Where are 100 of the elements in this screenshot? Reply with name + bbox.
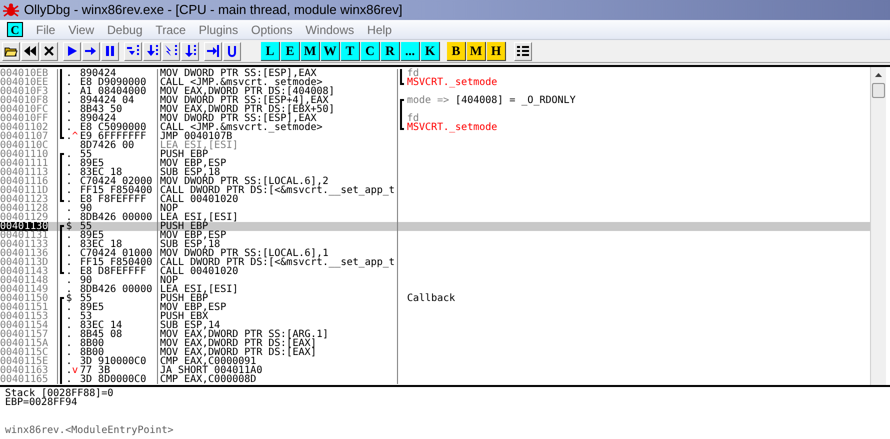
- disassembly-row[interactable]: 004010EE . E8 D9090000 CALL <JMP.&msvcrt._setmode> MSVCRT._setmode: [0, 78, 870, 87]
- disassembly-row[interactable]: 00401107 .^ E9 6FFFFFFF JMP 0040107B: [0, 132, 870, 141]
- window-button[interactable]: M: [467, 42, 486, 60]
- window-button[interactable]: ...: [401, 42, 420, 60]
- disassembly-row[interactable]: 00401128 . 90 NOP: [0, 204, 870, 213]
- disassembly-row[interactable]: 00401151 . 89E5 MOV EBP,ESP: [0, 303, 870, 312]
- disassembly-row[interactable]: 0040115C . 8B00 MOV EAX,DWORD PTR DS:[EAX]: [0, 348, 870, 357]
- disassembly-row[interactable]: 00401102 . E8 C5090000 CALL <JMP.&msvcrt._setmode> MSVCRT._setmode: [0, 123, 870, 132]
- disassembly-row[interactable]: 0040110C 8D7426 00 LEA ESI,[ESI]: [0, 141, 870, 150]
- disassembly-row[interactable]: 004010FC . 8B43 50 MOV EAX,DWORD PTR DS:[EBX+50]: [0, 105, 870, 114]
- menu-item[interactable]: File: [36, 20, 56, 38]
- window-button[interactable]: T: [341, 42, 360, 60]
- instruction-text: JA SHORT 004011A0: [160, 365, 262, 376]
- window-button[interactable]: H: [487, 42, 506, 60]
- hex-text: 8B00: [80, 347, 104, 358]
- disassembly-row[interactable]: 00401131 . 89E5 MOV EBP,ESP: [0, 231, 870, 240]
- execute-till-return-button[interactable]: [204, 42, 222, 60]
- address-text: 00401123: [0, 195, 48, 204]
- menu-item[interactable]: View: [68, 20, 94, 38]
- step-button[interactable]: [82, 42, 100, 60]
- hex-text: C70424 02000: [80, 176, 152, 187]
- step-into-button[interactable]: [124, 42, 142, 60]
- window-button[interactable]: R: [381, 42, 400, 60]
- trace-over-button[interactable]: [181, 42, 199, 60]
- step-over-button[interactable]: [143, 42, 161, 60]
- address-text: 00401136: [0, 249, 48, 258]
- pause-icon: [103, 44, 117, 58]
- menu-item[interactable]: Windows: [305, 20, 354, 38]
- pause-button[interactable]: [101, 42, 119, 60]
- marker-text: .: [66, 168, 72, 177]
- disassembly-row[interactable]: 00401154 . 83EC 14 SUB ESP,14: [0, 321, 870, 330]
- hex-text: E9 6FFFFFFF: [80, 131, 146, 142]
- disassembly-row[interactable]: 00401149 . 8DB426 00000 LEA ESI,[ESI]: [0, 285, 870, 294]
- marker-text: .: [66, 249, 72, 258]
- instruction-text: NOP: [160, 275, 178, 286]
- disassembly-row[interactable]: 00401165 . 3D 8D0000C0 CMP EAX,C000008D: [0, 375, 870, 384]
- menu-item[interactable]: Help: [367, 20, 392, 38]
- window-button[interactable]: E: [281, 42, 300, 60]
- rewind-button[interactable]: [21, 42, 39, 60]
- disassembly-row[interactable]: 00401148 . 90 NOP: [0, 276, 870, 285]
- disassembly-row[interactable]: 00401150 $ 55 PUSH EBP Callback: [0, 294, 870, 303]
- disassembly-row[interactable]: 004010EB . 890424 MOV DWORD PTR SS:[ESP],EAX fd: [0, 69, 870, 78]
- address-text: 00401133: [0, 240, 48, 249]
- disassembly-row[interactable]: 00401163 .v 77 3B JA SHORT 004011A0: [0, 366, 870, 375]
- disassembly-row[interactable]: 004010F3 . A1 08404000 MOV EAX,DWORD PTR DS:[404008]: [0, 87, 870, 96]
- disassembly-row[interactable]: 0040115A . 8B00 MOV EAX,DWORD PTR DS:[EAX]: [0, 339, 870, 348]
- disassembly-row[interactable]: 00401130 $ 55 PUSH EBP: [0, 222, 870, 231]
- menu-item[interactable]: Trace: [156, 20, 186, 38]
- hex-text: 894424 04: [80, 95, 134, 106]
- address-text: 00401116: [0, 177, 48, 186]
- instruction-text: MOV EAX,DWORD PTR SS:[ARG.1]: [160, 329, 329, 340]
- menu-item[interactable]: Debug: [107, 20, 143, 38]
- window-button[interactable]: L: [261, 42, 280, 60]
- disassembly-row[interactable]: 00401133 . 83EC 18 SUB ESP,18: [0, 240, 870, 249]
- disassembly-row[interactable]: 00401136 . C70424 01000 MOV DWORD PTR SS:[LOCAL.6],1: [0, 249, 870, 258]
- instruction-text: CALL <JMP.&msvcrt._setmode>: [160, 122, 323, 133]
- disassembly-row[interactable]: 00401153 . 53 PUSH EBX: [0, 312, 870, 321]
- scroll-thumb[interactable]: [872, 83, 885, 98]
- disassembly-row[interactable]: 00401123 . E8 F8FEFFFF CALL 00401020: [0, 195, 870, 204]
- hex-text: 8D7426 00: [80, 140, 134, 151]
- scroll-up-icon: [875, 73, 882, 77]
- window-button[interactable]: M: [301, 42, 320, 60]
- info-text: Stack [0028FF88]=0: [5, 389, 114, 398]
- window-button[interactable]: K: [421, 42, 440, 60]
- disassembly-row[interactable]: 0040115E . 3D 910000C0 CMP EAX,C0000091: [0, 357, 870, 366]
- user-code-button[interactable]: [223, 42, 241, 60]
- address-text: 00401148: [0, 276, 48, 285]
- cpu-badge[interactable]: C: [7, 22, 23, 37]
- trace-into-button[interactable]: [162, 42, 180, 60]
- hex-text: 83EC 18: [80, 167, 122, 178]
- disassembly-row[interactable]: 00401110 . 55 PUSH EBP: [0, 150, 870, 159]
- disassembly-row[interactable]: 004010FF . 890424 MOV DWORD PTR SS:[ESP],EAX fd: [0, 114, 870, 123]
- window-button[interactable]: B: [447, 42, 466, 60]
- hex-text: 89E5: [80, 230, 104, 241]
- disassembly-row[interactable]: 00401143 . E8 D8FEFFFF CALL 00401020: [0, 267, 870, 276]
- window-button[interactable]: W: [321, 42, 340, 60]
- menu-item[interactable]: Plugins: [198, 20, 238, 38]
- instruction-text: PUSH EBX: [160, 311, 208, 322]
- window-button[interactable]: C: [361, 42, 380, 60]
- disassembly-row[interactable]: 0040111D . FF15 F850400 CALL DWORD PTR DS:[<&msvcrt.__set_app_t: [0, 186, 870, 195]
- marker-text: $: [66, 222, 72, 231]
- marker-text: .: [66, 285, 72, 294]
- hex-text: E8 F8FEFFFF: [80, 194, 146, 205]
- disassembly-row[interactable]: 00401113 . 83EC 18 SUB ESP,18: [0, 168, 870, 177]
- scrollbar[interactable]: [870, 67, 886, 385]
- close-button[interactable]: [40, 42, 58, 60]
- address-text: 00401113: [0, 168, 48, 177]
- play-button[interactable]: [63, 42, 81, 60]
- disassembly-row[interactable]: 00401157 . 8B45 08 MOV EAX,DWORD PTR SS:[ARG.1]: [0, 330, 870, 339]
- instruction-text: CMP EAX,C000008D: [160, 374, 256, 385]
- instruction-text: CALL 00401020: [160, 266, 238, 277]
- open-button[interactable]: [2, 42, 20, 60]
- disassembly-row[interactable]: 00401116 . C70424 02000 MOV DWORD PTR SS:[LOCAL.6],2: [0, 177, 870, 186]
- hex-text: 3D 910000C0: [80, 356, 146, 367]
- list-button[interactable]: [514, 42, 532, 60]
- disassembly-row[interactable]: 0040113D . FF15 F850400 CALL DWORD PTR DS:[<&msvcrt.__set_app_t: [0, 258, 870, 267]
- menu-item[interactable]: Options: [251, 20, 292, 38]
- marker-text: .: [66, 240, 72, 249]
- jump-arrow-text: ^: [72, 132, 78, 141]
- disassembly-row[interactable]: 00401111 . 89E5 MOV EBP,ESP: [0, 159, 870, 168]
